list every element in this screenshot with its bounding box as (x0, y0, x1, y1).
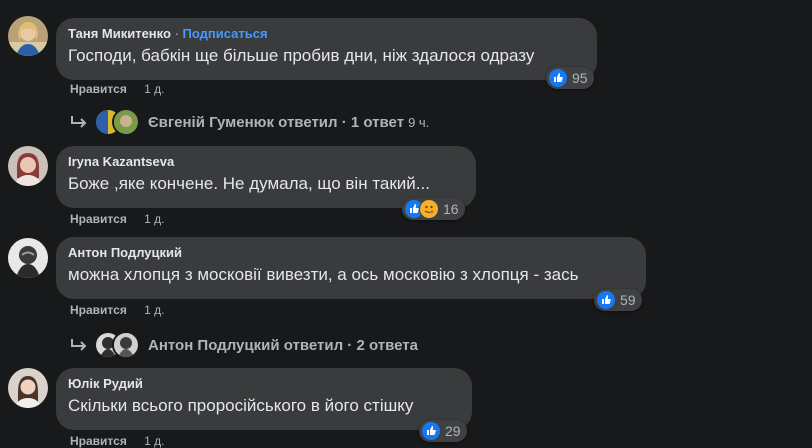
comment-text: можна хлопця з московії вивезти, а ось м… (68, 265, 579, 284)
like-reaction-icon (548, 68, 568, 88)
comment-actions: Нравится 1 д. (70, 303, 165, 317)
timestamp[interactable]: 1 д. (144, 303, 164, 317)
avatar[interactable] (8, 238, 48, 278)
view-replies-link[interactable]: Антон Подлуцкий ответил · 2 ответа (70, 331, 418, 359)
reply-arrow-icon (71, 116, 87, 128)
like-reaction-icon (421, 421, 441, 441)
follow-link[interactable]: Подписаться (183, 26, 268, 41)
comment-actions: Нравится 1 д. (70, 82, 165, 96)
avatar[interactable] (8, 368, 48, 408)
reaction-count: 59 (620, 292, 636, 308)
avatar[interactable] (8, 146, 48, 186)
comment-text: Скільки всього проросійського в його сті… (68, 396, 414, 415)
reaction-summary[interactable]: 59 (594, 289, 642, 311)
comment-bubble: Антон Подлуцкий можна хлопця з московії … (56, 237, 646, 299)
comment-actions: Нравится 1 д. (70, 434, 165, 448)
reaction-summary[interactable]: 16 (402, 198, 465, 220)
reaction-count: 16 (443, 201, 459, 217)
separator-dot: · (174, 26, 179, 41)
author-name[interactable]: Антон Подлуцкий (68, 245, 182, 260)
author-name[interactable]: Iryna Kazantseva (68, 154, 174, 169)
comment-text: Господи, бабкін ще більше пробив дни, ні… (68, 46, 535, 65)
author-name[interactable]: Таня Микитенко (68, 26, 171, 41)
replies-time: 9 ч. (408, 114, 430, 130)
author-name[interactable]: Юлік Рудий (68, 376, 143, 391)
reaction-summary[interactable]: 29 (419, 420, 467, 442)
timestamp[interactable]: 1 д. (144, 82, 164, 96)
replies-summary: Антон Подлуцкий ответил · 2 ответа (148, 336, 418, 354)
timestamp[interactable]: 1 д. (144, 434, 164, 448)
care-reaction-icon (419, 199, 439, 219)
comment-bubble: Юлік Рудий Скільки всього проросійського… (56, 368, 472, 430)
view-replies-link[interactable]: Євгеній Гуменюк ответил · 1 ответ 9 ч. (70, 108, 429, 136)
like-button[interactable]: Нравится (70, 212, 127, 226)
timestamp[interactable]: 1 д. (144, 212, 164, 226)
reply-arrow-icon (71, 339, 87, 351)
avatar[interactable] (8, 16, 48, 56)
like-button[interactable]: Нравится (70, 82, 127, 96)
comment-text: Боже ,яке кончене. Не думала, що він так… (68, 174, 430, 193)
comment-bubble: Таня Микитенко · Подписаться Господи, ба… (56, 18, 597, 80)
reaction-summary[interactable]: 95 (546, 67, 594, 89)
like-button[interactable]: Нравится (70, 303, 127, 317)
reply-avatar (112, 331, 140, 359)
reaction-count: 29 (445, 423, 461, 439)
reaction-count: 95 (572, 70, 588, 86)
comment-actions: Нравится 1 д. (70, 212, 165, 226)
like-button[interactable]: Нравится (70, 434, 127, 448)
like-reaction-icon (596, 290, 616, 310)
reply-avatar (112, 108, 140, 136)
replies-summary: Євгеній Гуменюк ответил · 1 ответ (148, 113, 405, 131)
